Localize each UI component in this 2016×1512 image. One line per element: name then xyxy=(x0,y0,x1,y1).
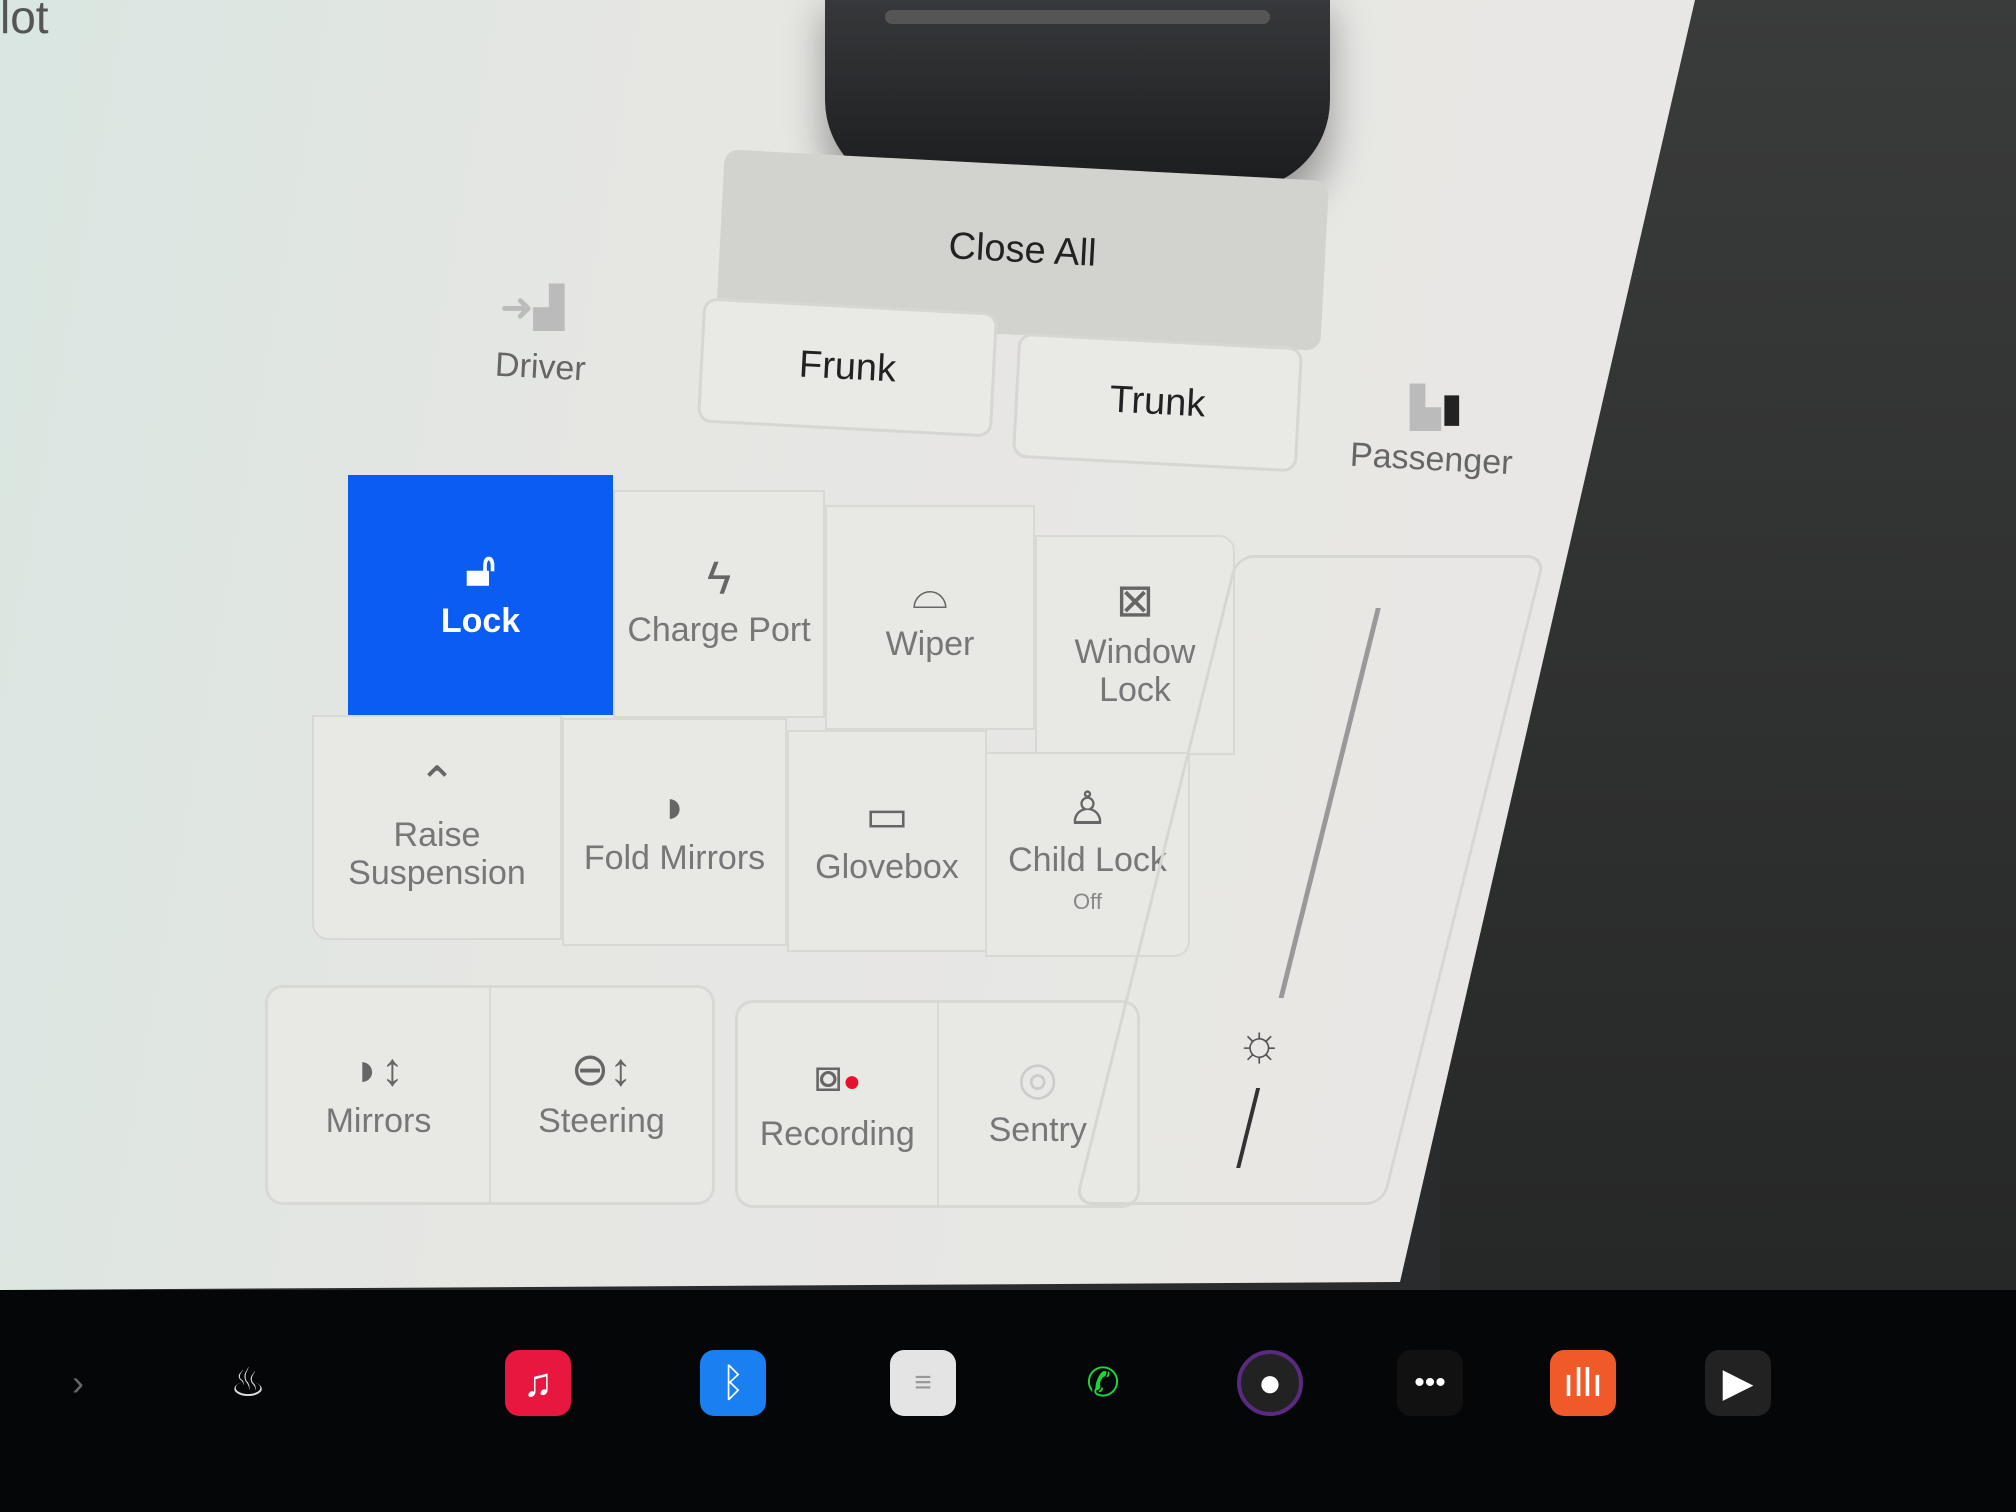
glovebox-label: Glovebox xyxy=(815,848,959,886)
lightning-icon: ϟ xyxy=(706,552,732,604)
charge-port-label: Charge Port xyxy=(627,611,811,649)
passenger-door-icon[interactable]: ▙▮ xyxy=(1410,385,1463,431)
voice-memo-icon[interactable]: ıllı xyxy=(1550,1350,1616,1416)
brightness-level xyxy=(1236,1088,1261,1168)
glovebox-button[interactable]: ▭ Glovebox xyxy=(787,730,987,952)
child-lock-icon: ♙ xyxy=(1066,781,1109,834)
camera-group: ⧇● Recording ◎ Sentry xyxy=(735,1000,1140,1208)
phone-icon[interactable]: ✆ xyxy=(1070,1350,1136,1416)
charge-port-button[interactable]: ϟ Charge Port xyxy=(613,490,825,718)
camera-icon[interactable]: ● xyxy=(1237,1350,1303,1416)
wiper-icon: ⌓ xyxy=(911,565,949,618)
steering-label: Steering xyxy=(538,1102,665,1140)
wiper-button[interactable]: ⌓ Wiper xyxy=(825,505,1035,730)
glovebox-icon: ▭ xyxy=(865,789,909,841)
mirrors-label: Mirrors xyxy=(325,1102,432,1140)
more-icon[interactable]: ••• xyxy=(1397,1350,1463,1416)
partial-title: lot xyxy=(0,0,49,43)
fold-mirrors-button[interactable]: ◗ Fold Mirrors xyxy=(562,718,787,946)
steering-adjust-icon: ⊖↕ xyxy=(570,1043,633,1095)
child-lock-label: Child Lock xyxy=(1008,840,1167,879)
sentry-icon: ◎ xyxy=(1017,1052,1058,1104)
recording-label: Recording xyxy=(759,1114,915,1153)
notes-icon[interactable]: ≡ xyxy=(890,1350,956,1416)
driver-label: Driver xyxy=(494,345,587,389)
lock-label: Lock xyxy=(440,602,521,640)
media-player-icon[interactable]: ▶ xyxy=(1705,1350,1771,1416)
wiper-label: Wiper xyxy=(885,624,975,663)
recording-button[interactable]: ⧇● Recording xyxy=(738,1003,939,1205)
adjust-group: ◗↕ Mirrors ⊖↕ Steering xyxy=(265,985,715,1205)
lock-button[interactable]: 🔓︎ Lock xyxy=(348,475,613,715)
raise-suspension-button[interactable]: ⌃ Raise Suspension xyxy=(312,715,562,940)
unlock-icon: 🔓︎ xyxy=(465,543,496,595)
child-lock-status: Off xyxy=(1073,888,1102,914)
bluetooth-icon[interactable]: ᛒ xyxy=(700,1350,766,1416)
trunk-button[interactable]: Trunk xyxy=(1011,332,1304,473)
brightness-track[interactable] xyxy=(1278,608,1381,998)
seat-heater-icon[interactable]: ♨ xyxy=(215,1350,281,1416)
brightness-icon: ☼ xyxy=(1235,1014,1284,1072)
mirror-adjust-icon: ◗↕ xyxy=(353,1043,404,1095)
window-lock-icon: ⊠ xyxy=(1115,574,1155,626)
driver-door-icon[interactable]: ➜▟ xyxy=(500,285,564,331)
steering-button[interactable]: ⊖↕ Steering xyxy=(491,988,712,1202)
fold-mirrors-label: Fold Mirrors xyxy=(583,839,766,877)
suspension-icon: ⌃ xyxy=(417,756,457,809)
raise-suspension-label: Raise Suspension xyxy=(348,815,526,892)
mirrors-button[interactable]: ◗↕ Mirrors xyxy=(268,988,491,1202)
chevron-right-icon[interactable]: › xyxy=(45,1350,111,1416)
frunk-button[interactable]: Frunk xyxy=(696,297,999,438)
music-icon[interactable]: ♫ xyxy=(505,1350,571,1416)
mirror-icon: ◗ xyxy=(660,780,689,832)
dashcam-icon: ⧇● xyxy=(813,1048,861,1101)
sentry-label: Sentry xyxy=(988,1111,1087,1149)
